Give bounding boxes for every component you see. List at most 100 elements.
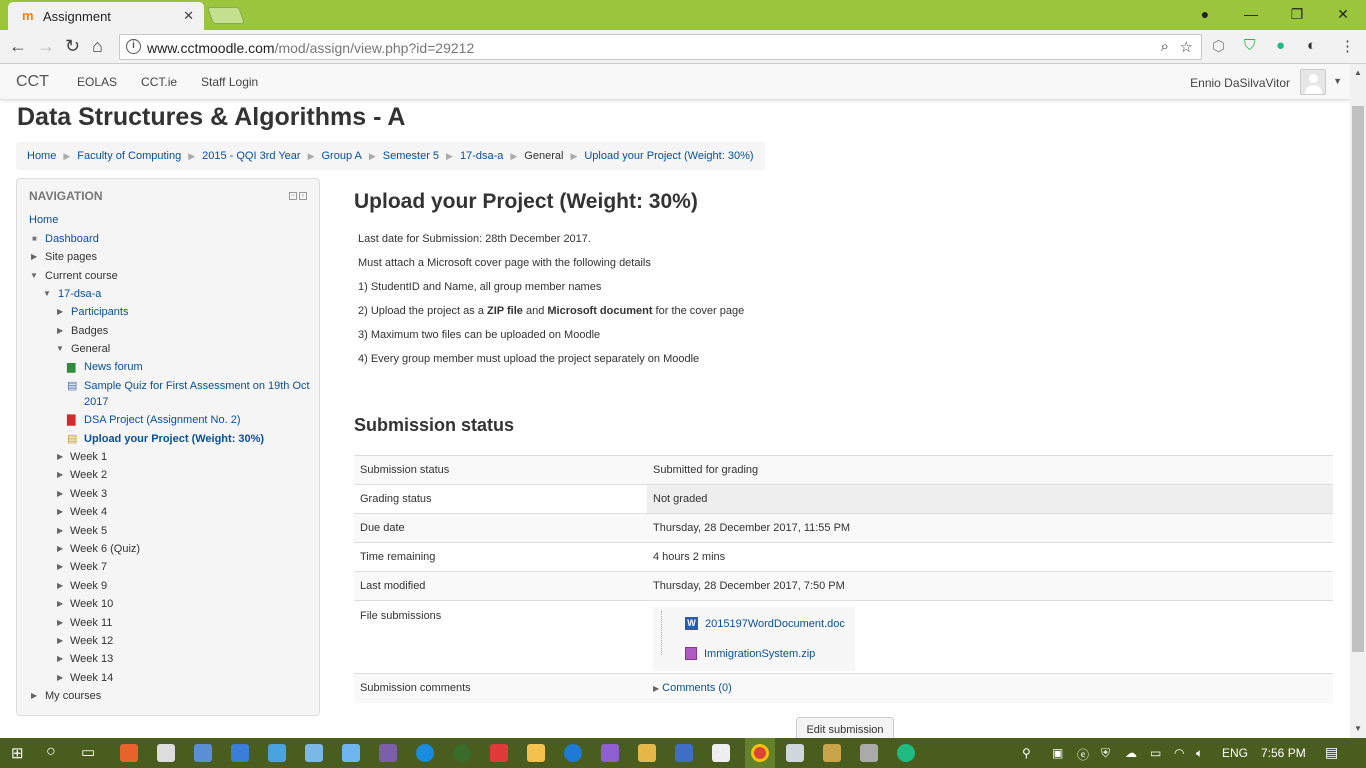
- nav-news-forum[interactable]: News forum: [84, 359, 143, 375]
- chat-extension-icon[interactable]: ●: [1276, 37, 1285, 54]
- header-link-cct[interactable]: CCT.ie: [141, 75, 177, 89]
- app-icon[interactable]: [453, 744, 471, 762]
- wifi-icon[interactable]: ◠: [1174, 746, 1184, 760]
- nav-week-10[interactable]: Week 10: [70, 596, 113, 612]
- nav-week-6[interactable]: Week 6 (Quiz): [70, 541, 140, 557]
- nav-course-17-dsa-a[interactable]: 17-dsa-a: [58, 286, 101, 302]
- cloud-icon[interactable]: ☁: [1125, 746, 1137, 760]
- nav-badges[interactable]: Badges: [71, 323, 108, 339]
- volume-icon[interactable]: 🔈︎: [1196, 746, 1203, 761]
- collapse-arrow-icon[interactable]: ▼: [43, 286, 51, 302]
- nav-week-7[interactable]: Week 7: [70, 559, 107, 575]
- nav-week-9[interactable]: Week 9: [70, 578, 107, 594]
- nav-week-2[interactable]: Week 2: [70, 467, 107, 483]
- nav-site-pages[interactable]: Site pages: [45, 249, 97, 265]
- app-icon[interactable]: [157, 744, 175, 762]
- app-icon[interactable]: [638, 744, 656, 762]
- tray-e-icon[interactable]: ⓔ: [1077, 746, 1089, 763]
- site-brand[interactable]: CCT: [16, 73, 49, 91]
- app-icon[interactable]: [860, 744, 878, 762]
- nav-week-13[interactable]: Week 13: [70, 651, 113, 667]
- bookmark-star-icon[interactable]: ☆: [1180, 38, 1193, 56]
- nav-participants[interactable]: Participants: [71, 304, 128, 320]
- url-text[interactable]: www.cctmoodle.com/mod/assign/view.php?id…: [147, 40, 474, 56]
- address-bar[interactable]: i www.cctmoodle.com/mod/assign/view.php?…: [119, 34, 1202, 60]
- browser-tab[interactable]: m Assignment ✕: [8, 2, 204, 30]
- chrome-icon[interactable]: [751, 744, 769, 762]
- user-menu-caret-icon[interactable]: ▼: [1333, 76, 1342, 86]
- minimize-button[interactable]: —: [1228, 0, 1274, 28]
- security-shield-icon[interactable]: ⛨: [1101, 746, 1110, 761]
- nav-dashboard[interactable]: Dashboard: [45, 231, 99, 247]
- calculator-icon[interactable]: [712, 744, 730, 762]
- expand-arrow-icon[interactable]: ▶: [57, 449, 63, 465]
- app-icon[interactable]: [342, 744, 360, 762]
- battery-icon[interactable]: ▭: [1150, 746, 1161, 760]
- avatar[interactable]: [1300, 69, 1326, 95]
- collapse-arrow-icon[interactable]: ▼: [56, 341, 64, 357]
- header-link-eolas[interactable]: EOLAS: [77, 75, 117, 89]
- nav-general[interactable]: General: [71, 341, 110, 357]
- app-icon[interactable]: [268, 744, 286, 762]
- breadcrumb-semester[interactable]: Semester 5: [383, 150, 439, 162]
- header-link-staff-login[interactable]: Staff Login: [201, 75, 258, 89]
- expand-arrow-icon[interactable]: ▶: [57, 615, 63, 631]
- nav-sample-quiz-cont[interactable]: 2017: [84, 394, 108, 410]
- expand-arrow-icon[interactable]: ▶: [57, 670, 63, 686]
- nav-sample-quiz[interactable]: Sample Quiz for First Assessment on 19th…: [84, 378, 310, 394]
- expand-arrow-icon[interactable]: ▶: [31, 688, 37, 704]
- dock-block-icon[interactable]: ‹: [299, 192, 307, 200]
- breadcrumb-home[interactable]: Home: [27, 150, 56, 162]
- expand-arrow-icon[interactable]: ▶: [57, 578, 63, 594]
- expand-arrow-icon[interactable]: ▶: [57, 596, 63, 612]
- user-name[interactable]: Ennio DaSilvaVitor: [1190, 76, 1290, 90]
- expand-arrow-icon[interactable]: ▶: [57, 633, 63, 649]
- comments-link[interactable]: Comments (0): [662, 682, 732, 694]
- forward-icon[interactable]: →: [37, 36, 55, 56]
- app-icon[interactable]: [823, 744, 841, 762]
- reload-icon[interactable]: ↻: [65, 36, 80, 56]
- nav-week-5[interactable]: Week 5: [70, 523, 107, 539]
- nav-home[interactable]: Home: [29, 212, 58, 228]
- app-icon[interactable]: [379, 744, 397, 762]
- file-explorer-icon[interactable]: [527, 744, 545, 762]
- home-icon[interactable]: ⌂: [92, 36, 103, 56]
- app-icon[interactable]: [675, 744, 693, 762]
- theme-extension-icon[interactable]: ◐: [1307, 37, 1316, 54]
- expand-arrow-icon[interactable]: ▶: [57, 559, 63, 575]
- close-tab-icon[interactable]: ✕: [183, 8, 194, 24]
- tray-app-icon[interactable]: ▣: [1052, 746, 1063, 760]
- collapse-block-icon[interactable]: −: [289, 192, 297, 200]
- expand-arrow-icon[interactable]: ▶: [57, 541, 63, 557]
- windows-start-icon[interactable]: ⊞: [11, 744, 24, 762]
- app-icon[interactable]: [194, 744, 212, 762]
- nav-current-course[interactable]: Current course: [45, 268, 118, 284]
- breadcrumb-course[interactable]: 17-dsa-a: [460, 150, 503, 162]
- people-icon[interactable]: ⚲: [1022, 746, 1031, 760]
- expand-arrow-icon[interactable]: ▶: [57, 304, 63, 320]
- nav-my-courses[interactable]: My courses: [45, 688, 101, 704]
- expand-arrow-icon[interactable]: ▶: [57, 651, 63, 667]
- app-icon[interactable]: [601, 744, 619, 762]
- expand-arrow-icon[interactable]: ▶: [57, 486, 63, 502]
- close-window-button[interactable]: ✕: [1320, 0, 1366, 28]
- expand-arrow-icon[interactable]: ▶: [653, 684, 659, 693]
- extension-shield-icon[interactable]: ⬡: [1212, 37, 1225, 55]
- collapse-arrow-icon[interactable]: ▼: [30, 268, 38, 284]
- app-icon[interactable]: [564, 744, 582, 762]
- expand-arrow-icon[interactable]: ▶: [31, 249, 37, 265]
- app-icon[interactable]: [416, 744, 434, 762]
- search-icon[interactable]: ○: [46, 743, 56, 761]
- expand-arrow-icon[interactable]: ▶: [57, 323, 63, 339]
- breadcrumb-group[interactable]: Group A: [322, 150, 362, 162]
- nav-week-14[interactable]: Week 14: [70, 670, 113, 686]
- menu-icon[interactable]: ⋮: [1340, 37, 1355, 55]
- expand-arrow-icon[interactable]: ▶: [57, 523, 63, 539]
- breadcrumb-faculty[interactable]: Faculty of Computing: [77, 150, 181, 162]
- expand-arrow-icon[interactable]: ▶: [57, 504, 63, 520]
- taskbar-clock[interactable]: 7:56 PM: [1261, 746, 1306, 760]
- app-icon[interactable]: [231, 744, 249, 762]
- nav-week-11[interactable]: Week 11: [70, 615, 112, 631]
- page-scrollbar[interactable]: ▲ ▼: [1350, 64, 1366, 738]
- back-icon[interactable]: ←: [9, 36, 27, 56]
